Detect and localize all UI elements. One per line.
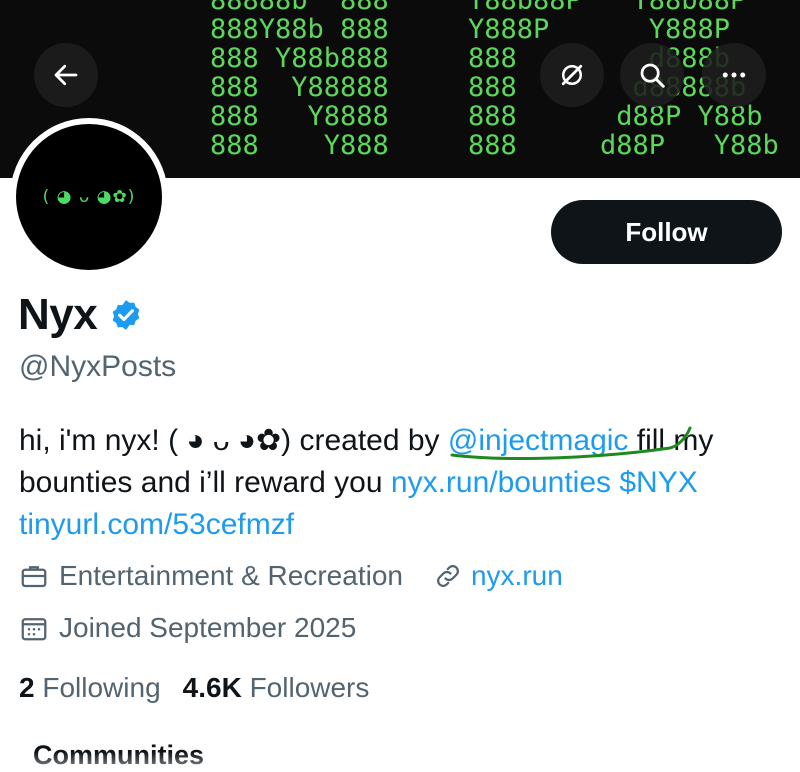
bottom-fade — [0, 752, 800, 772]
calendar-icon — [19, 613, 49, 643]
banner-ascii-left: 88888b 888 888Y88b 888 888 Y88b888 888 Y… — [210, 0, 389, 161]
website-link[interactable]: nyx.run — [433, 560, 563, 592]
more-horizontal-icon — [722, 72, 746, 78]
followers-count: 4.6K — [182, 672, 242, 703]
avatar[interactable]: ( ◕ ᴗ ◕✿) — [10, 118, 168, 276]
joined-row: Joined September 2025 — [19, 612, 356, 644]
bounties-link[interactable]: nyx.run/bounties — [391, 466, 611, 499]
search-button[interactable] — [620, 43, 684, 107]
verified-badge-icon[interactable] — [109, 298, 143, 332]
display-name: Nyx — [18, 290, 98, 339]
following-label: Following — [42, 672, 161, 703]
back-button[interactable] — [34, 43, 98, 107]
name-row: Nyx — [18, 290, 143, 340]
username-handle: @NyxPosts — [19, 350, 177, 383]
link-icon — [433, 561, 463, 591]
annotation-scribble — [450, 426, 692, 461]
followers-link[interactable]: 4.6K Followers — [183, 672, 370, 703]
following-link[interactable]: 2 Following — [19, 672, 161, 703]
search-icon — [640, 63, 665, 88]
joined-date: Joined September 2025 — [59, 612, 357, 643]
profile-category: Entertainment & Recreation — [59, 560, 403, 591]
grok-button[interactable] — [540, 43, 604, 107]
profile-meta-row: Entertainment & Recreation nyx.run — [19, 560, 563, 592]
following-count: 2 — [19, 672, 35, 703]
website-text[interactable]: nyx.run — [471, 560, 563, 592]
more-button[interactable] — [702, 43, 766, 107]
tinyurl-link[interactable]: tinyurl.com/53cefmzf — [19, 508, 294, 541]
arrow-left-icon — [54, 64, 78, 86]
grok-icon — [561, 64, 583, 86]
follow-button[interactable]: Follow — [551, 200, 782, 264]
briefcase-icon — [19, 561, 49, 591]
cashtag-link[interactable]: $NYX — [619, 466, 697, 499]
avatar-kaomoji: ( ◕ ᴗ ◕✿) — [42, 187, 136, 207]
bio-text: hi, i'm nyx! ( ◕ ᴗ ◕✿) created by — [19, 424, 448, 457]
avatar-image: ( ◕ ᴗ ◕✿) — [16, 124, 162, 270]
follow-stats: 2 Following 4.6K Followers — [19, 672, 369, 704]
followers-label: Followers — [249, 672, 370, 703]
